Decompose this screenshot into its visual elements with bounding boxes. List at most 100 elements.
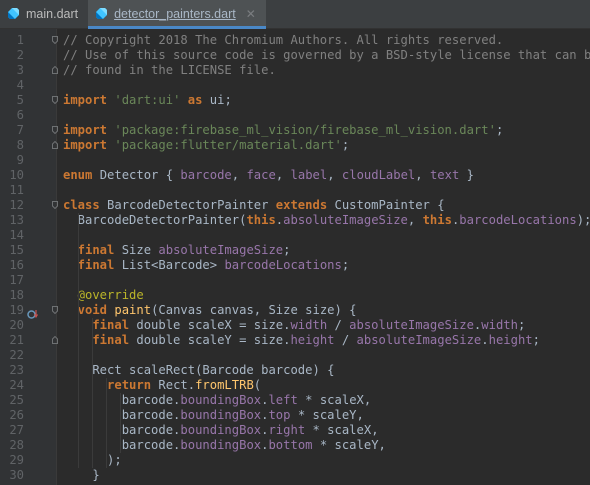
code-line[interactable]: 26 barcode.boundingBox.top * scaleY, xyxy=(0,408,590,423)
line-number: 9 xyxy=(16,153,24,167)
close-tab-icon[interactable]: ✕ xyxy=(246,7,256,21)
code-text: // Use of this source code is governed b… xyxy=(63,48,590,63)
tab-main-dart[interactable]: main.dart xyxy=(0,0,88,28)
code-line[interactable]: 1 // Copyright 2018 The Chromium Authors.… xyxy=(0,33,590,48)
code-line[interactable]: 5 import 'dart:ui' as ui; xyxy=(0,93,590,108)
code-token: extends xyxy=(275,198,335,212)
fold-start-icon[interactable] xyxy=(52,201,58,209)
line-number: 6 xyxy=(16,108,24,122)
code-token: absoluteImageSize xyxy=(283,213,408,227)
code-line[interactable]: 17 xyxy=(0,273,590,288)
code-line[interactable]: 16 final List<Barcode> barcodeLocations; xyxy=(0,258,590,273)
line-number: 11 xyxy=(9,183,24,197)
code-token: barcode. xyxy=(63,393,181,407)
indent-guide xyxy=(106,378,107,468)
fold-end-icon[interactable] xyxy=(52,141,58,149)
code-line[interactable]: 12 class BarcodeDetectorPainter extends C… xyxy=(0,198,590,213)
code-text: enum Detector { barcode, face, label, cl… xyxy=(63,168,474,183)
code-token: boundingBox xyxy=(180,408,262,422)
fold-end-icon[interactable] xyxy=(52,336,58,344)
code-text: final Size absoluteImageSize; xyxy=(63,243,291,258)
code-line[interactable]: 6 xyxy=(0,108,590,123)
code-text: // Copyright 2018 The Chromium Authors. … xyxy=(63,33,503,48)
code-token: height xyxy=(488,333,533,347)
fold-end-icon[interactable] xyxy=(52,66,58,74)
code-token: * scaleY, xyxy=(290,408,364,422)
code-text: final List<Barcode> barcodeLocations; xyxy=(63,258,350,273)
code-token: absoluteImageSize xyxy=(356,333,482,347)
tab-label: detector_painters.dart xyxy=(114,7,236,21)
code-line[interactable]: 22 xyxy=(0,348,590,363)
code-token: , xyxy=(407,213,423,227)
code-token: ; xyxy=(341,138,350,152)
code-token: enum xyxy=(63,168,100,182)
dart-file-icon xyxy=(6,7,20,21)
code-token: , xyxy=(231,168,247,182)
code-line[interactable]: 23 Rect scaleRect(Barcode barcode) { xyxy=(0,363,590,378)
code-token: fromLTRB xyxy=(195,378,254,392)
code-text: final double scaleX = size.width / absol… xyxy=(63,318,525,333)
fold-start-icon[interactable] xyxy=(52,126,58,134)
code-token: . xyxy=(481,333,489,347)
code-token: left xyxy=(268,393,298,407)
line-number: 4 xyxy=(16,78,24,92)
line-number: 28 xyxy=(9,438,24,452)
line-number: 1 xyxy=(16,33,24,47)
line-number: 17 xyxy=(9,273,24,287)
code-text: BarcodeDetectorPainter(this.absoluteImag… xyxy=(63,213,590,228)
code-text: barcode.boundingBox.left * scaleX, xyxy=(63,393,372,408)
code-line[interactable]: 8 import 'package:flutter/material.dart'; xyxy=(0,138,590,153)
code-line[interactable]: 7 import 'package:firebase_ml_vision/fire… xyxy=(0,123,590,138)
code-line[interactable]: 14 xyxy=(0,228,590,243)
code-text: } xyxy=(63,468,100,483)
line-number: 19 xyxy=(9,303,24,317)
code-token: ; xyxy=(532,333,540,347)
code-line[interactable]: 28 barcode.boundingBox.bottom * scaleY, xyxy=(0,438,590,453)
code-token: , xyxy=(275,168,291,182)
fold-start-icon[interactable] xyxy=(52,36,58,44)
dart-file-icon xyxy=(94,7,108,21)
code-token: , xyxy=(415,168,430,182)
code-token: / xyxy=(327,318,350,332)
code-line[interactable]: 13 BarcodeDetectorPainter(this.absoluteI… xyxy=(0,213,590,228)
line-number: 27 xyxy=(9,423,24,437)
code-token: } xyxy=(63,468,100,482)
fold-start-icon[interactable] xyxy=(52,96,58,104)
indent-guide xyxy=(120,393,121,453)
code-token: // found in the LICENSE file. xyxy=(63,63,276,77)
code-token: List<Barcode> xyxy=(121,258,225,272)
code-line[interactable]: 10 enum Detector { barcode, face, label, … xyxy=(0,168,590,183)
code-token: 'package:flutter/material.dart' xyxy=(114,138,342,152)
code-line[interactable]: 30 } xyxy=(0,468,590,483)
code-token: height xyxy=(290,333,335,347)
fold-start-icon[interactable] xyxy=(52,306,58,314)
tab-detector-painters-dart[interactable]: detector_painters.dart ✕ xyxy=(88,0,266,29)
code-line[interactable]: 2 // Use of this source code is governed … xyxy=(0,48,590,63)
code-token: ui; xyxy=(209,93,232,107)
code-token: * scaleX, xyxy=(305,423,379,437)
code-text: barcode.boundingBox.bottom * scaleY, xyxy=(63,438,386,453)
code-line[interactable]: 3 // found in the LICENSE file. xyxy=(0,63,590,78)
code-token: ; xyxy=(341,258,350,272)
override-method-icon[interactable] xyxy=(27,305,39,319)
code-editor[interactable]: 1 // Copyright 2018 The Chromium Authors.… xyxy=(0,29,590,485)
code-token: barcode. xyxy=(63,408,181,422)
code-line[interactable]: 25 barcode.boundingBox.left * scaleX, xyxy=(0,393,590,408)
code-line[interactable]: 20 final double scaleX = size.width / ab… xyxy=(0,318,590,333)
code-line[interactable]: 15 final Size absoluteImageSize; xyxy=(0,243,590,258)
code-token: , xyxy=(327,168,342,182)
code-token: final xyxy=(63,243,122,257)
code-line[interactable]: 18 @override xyxy=(0,288,590,303)
code-token: width xyxy=(290,318,328,332)
line-number: 2 xyxy=(16,48,24,62)
code-line[interactable]: 27 barcode.boundingBox.right * scaleX, xyxy=(0,423,590,438)
code-token: BarcodeDetectorPainter( xyxy=(63,213,247,227)
code-token: right xyxy=(268,423,306,437)
code-line[interactable]: 21 final double scaleY = size.height / a… xyxy=(0,333,590,348)
code-line[interactable]: 11 xyxy=(0,183,590,198)
code-line[interactable]: 24 return Rect.fromLTRB( xyxy=(0,378,590,393)
code-line[interactable]: 19 void paint(Canvas canvas, Size size) … xyxy=(0,303,590,318)
code-line[interactable]: 29 ); xyxy=(0,453,590,468)
code-line[interactable]: 9 xyxy=(0,153,590,168)
code-line[interactable]: 4 xyxy=(0,78,590,93)
